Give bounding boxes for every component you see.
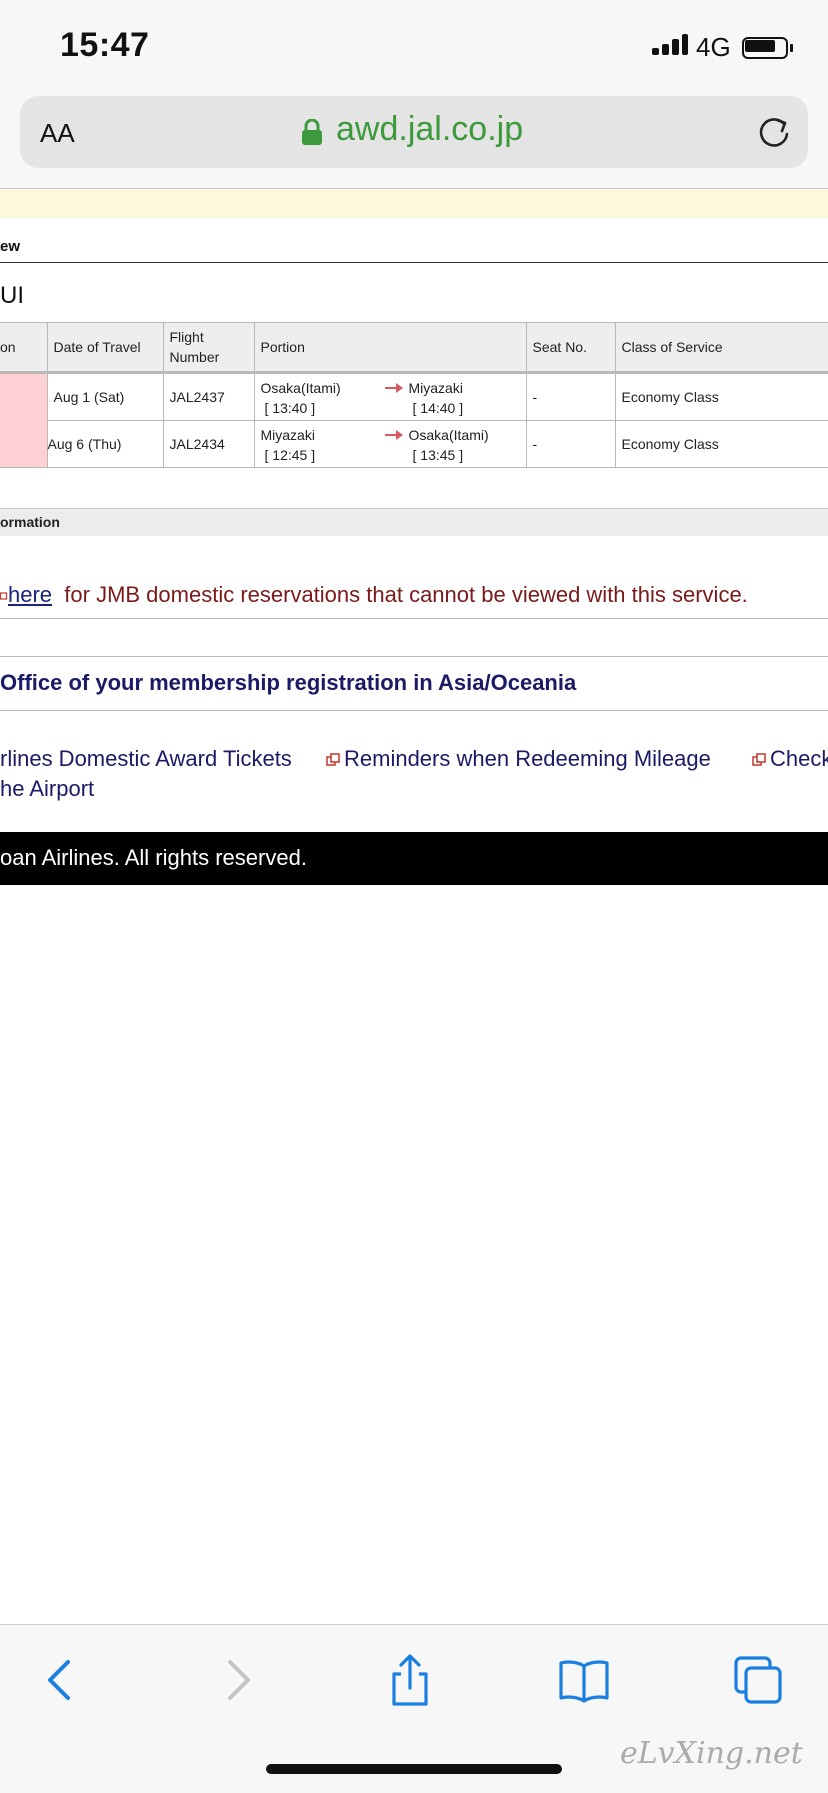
- related-links: rlines Domestic Award Tickets Reminders …: [0, 744, 828, 816]
- watermark: eLvXing.net: [620, 1736, 803, 1771]
- status-time: 15:47: [60, 26, 150, 64]
- link-check[interactable]: Check: [752, 744, 828, 774]
- section-divider: [0, 262, 828, 263]
- departure-time: [ 13:40 ]: [264, 400, 316, 416]
- col-header-date: Date of Travel: [46, 322, 164, 374]
- arrow-right-icon: [384, 383, 403, 393]
- lock-icon: [302, 119, 322, 145]
- notice-band: [0, 190, 828, 218]
- date-cell: Aug 6 (Thu): [47, 420, 164, 468]
- text-size-label: AA: [40, 118, 75, 148]
- passenger-name: UI: [0, 282, 24, 309]
- destination: Miyazaki: [408, 380, 463, 396]
- bookmarks-icon[interactable]: [556, 1652, 612, 1708]
- link-domestic-award-tickets[interactable]: rlines Domestic Award Tickets: [0, 744, 292, 774]
- here-link[interactable]: here: [8, 582, 52, 607]
- copyright: oan Airlines. All rights reserved.: [0, 845, 307, 870]
- table-row: Aug 1 (Sat) JAL2437 Osaka(Itami) Miyazak…: [0, 372, 828, 468]
- information-label: ormation: [0, 514, 60, 530]
- external-link-icon: [752, 753, 766, 766]
- col-header-flight: Flight Number: [162, 322, 255, 374]
- class-cell: Economy Class: [614, 372, 828, 421]
- col-header-class: Class of Service: [614, 322, 828, 374]
- flight-cell: JAL2437: [162, 372, 255, 421]
- row-marker-cell: [0, 372, 48, 468]
- link-airport[interactable]: he Airport: [0, 774, 94, 804]
- reload-icon[interactable]: [756, 114, 792, 150]
- arrival-time: [ 13:45 ]: [412, 447, 464, 463]
- divider: [0, 710, 828, 711]
- itinerary-table: on Date of Travel Flight Number Portion …: [0, 322, 828, 468]
- departure-time: [ 12:45 ]: [264, 447, 316, 463]
- external-link-icon: [0, 592, 8, 600]
- forward-icon[interactable]: [208, 1652, 264, 1708]
- class-cell: Economy Class: [614, 420, 828, 468]
- home-indicator: [266, 1764, 562, 1774]
- back-icon[interactable]: [34, 1652, 90, 1708]
- seat-cell: -: [525, 420, 616, 468]
- section-label: ew: [0, 238, 21, 255]
- divider: [0, 656, 828, 657]
- portion-cell: Osaka(Itami) Miyazaki [ 13:40 ] [ 14:40 …: [253, 372, 527, 421]
- signal-icon: [652, 34, 688, 55]
- office-heading: Office of your membership registration i…: [0, 670, 577, 695]
- divider: [0, 618, 828, 619]
- arrow-right-icon: [384, 430, 403, 440]
- table-row: Aug 6 (Thu) JAL2434 Miyazaki Osaka(Itami…: [0, 420, 828, 468]
- battery-cap: [790, 44, 793, 52]
- portion-cell: Miyazaki Osaka(Itami) [ 12:45 ] [ 13:45 …: [253, 420, 527, 468]
- text-size-button[interactable]: AA: [40, 112, 75, 151]
- origin: Miyazaki: [260, 427, 315, 443]
- jmb-notice-text: for JMB domestic reservations that canno…: [64, 582, 748, 607]
- origin: Osaka(Itami): [260, 380, 341, 396]
- col-header-portion: Portion: [253, 322, 527, 374]
- flight-cell: JAL2434: [162, 420, 255, 468]
- date-cell: Aug 1 (Sat): [46, 372, 164, 421]
- seat-cell: -: [525, 372, 616, 421]
- link-label: Reminders when Redeeming Mileage: [344, 746, 711, 771]
- share-icon[interactable]: [382, 1652, 438, 1708]
- url-text[interactable]: awd.jal.co.jp: [336, 110, 523, 149]
- external-link-icon: [326, 753, 340, 766]
- link-reminders-mileage[interactable]: Reminders when Redeeming Mileage: [326, 744, 711, 774]
- col-header-seat: Seat No.: [525, 322, 616, 374]
- destination: Osaka(Itami): [408, 427, 489, 443]
- battery-level: [745, 40, 775, 52]
- link-label: Check: [770, 746, 828, 771]
- network-type: 4G: [696, 32, 731, 62]
- col-header: on: [0, 322, 48, 374]
- jmb-notice: here for JMB domestic reservations that …: [0, 582, 748, 608]
- tabs-icon[interactable]: [730, 1652, 786, 1708]
- table-header-row: on Date of Travel Flight Number Portion …: [0, 322, 828, 374]
- information-band: [0, 508, 828, 536]
- arrival-time: [ 14:40 ]: [412, 400, 464, 416]
